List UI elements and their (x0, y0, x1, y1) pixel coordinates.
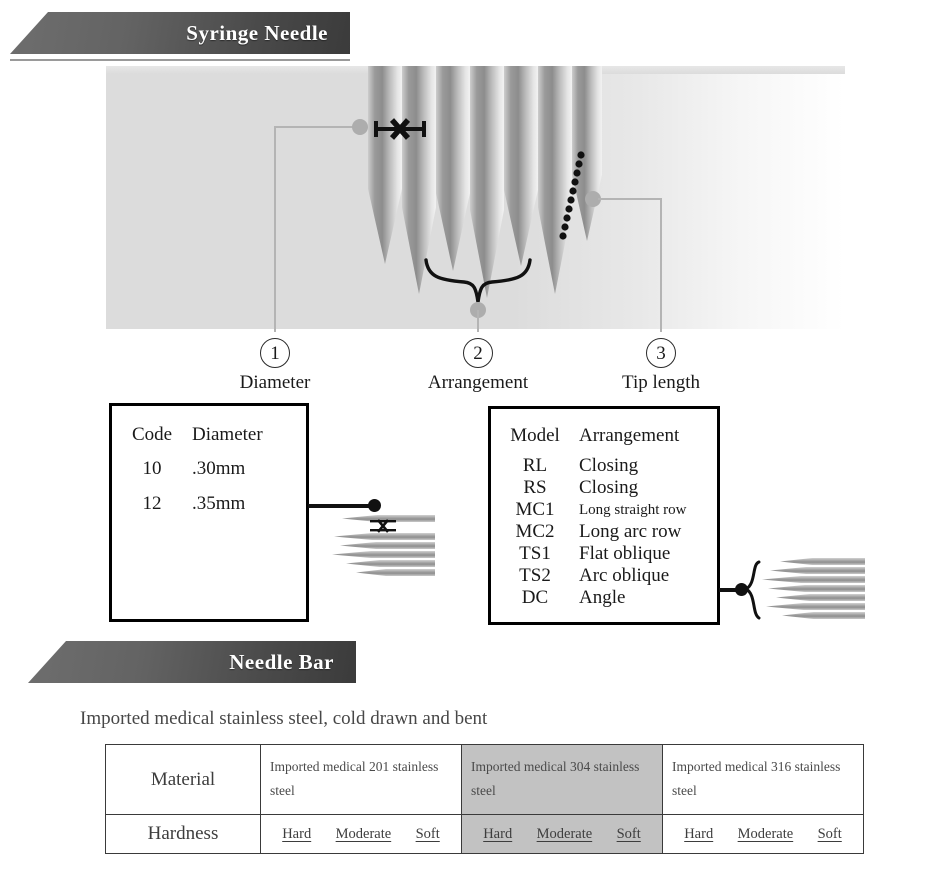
diameter-value-cell: .35mm (192, 493, 246, 514)
mini-diameter-marker (370, 519, 396, 533)
banner-shape: Syringe Needle (10, 12, 350, 54)
diameter-table-row: 12 .35mm (112, 482, 306, 526)
arrangement-model-cell: TS2 (519, 565, 551, 586)
material-cell-316: Imported medical 316 stainless steel (662, 743, 864, 816)
callout-number-2-text: 2 (473, 342, 483, 364)
callout-label-tip-length-text: Tip length (622, 372, 700, 393)
material-cell-304: Imported medical 304 stainless steel (461, 743, 663, 816)
diameter-table-header-code: Code (131, 424, 173, 445)
callout-number-2[interactable]: 2 (463, 338, 493, 368)
arrangement-type-cell: Flat oblique (579, 543, 671, 564)
arrangement-model-cell: MC1 (515, 499, 555, 520)
arrangement-brace (424, 258, 532, 303)
arrangement-type-cell: Arc oblique (579, 565, 670, 586)
section-banner-needle-bar: Needle Bar (28, 641, 356, 683)
arrangement-type-cell: Closing (579, 477, 639, 498)
row-label-material: Material (105, 743, 261, 816)
leader-line-tip-length-horizontal (598, 198, 662, 200)
callout-number-1[interactable]: 1 (260, 338, 290, 368)
arrangement-mini-brace (744, 560, 761, 620)
section-banner-syringe-needle: Syringe Needle (10, 12, 350, 63)
arrangement-table-header-arrangement: Arrangement (579, 425, 680, 446)
needle-bar-caption: Imported medical stainless steel, cold d… (80, 708, 488, 729)
diameter-pointer-line (308, 504, 372, 508)
diameter-table-row: 10 .30mm (112, 456, 306, 482)
diameter-table-header-row: Code Diameter (112, 406, 306, 456)
needle-shaft-5 (504, 66, 538, 266)
arrangement-table-row: MC2 Long arc row (491, 521, 717, 543)
hardness-cell-316: Hard Moderate Soft (662, 814, 864, 855)
arrangement-model-cell: DC (521, 587, 549, 608)
callout-label-arrangement-text: Arrangement (427, 372, 529, 393)
diameter-spec-table: Code Diameter 10 .30mm 12 .35mm (109, 403, 309, 622)
arrangement-type-cell: Closing (579, 455, 639, 476)
needle-shaft-3 (436, 66, 470, 271)
diameter-code-cell: 10 (142, 458, 162, 479)
leader-line-diameter-horizontal (274, 126, 360, 128)
arrangement-spec-table: Model Arrangement RL Closing RS Closing … (488, 406, 720, 625)
diameter-measure-marker (374, 118, 426, 140)
hardness-option-hard-316[interactable]: Hard (684, 826, 713, 843)
callout-number-1-text: 1 (270, 342, 280, 364)
table-row-material: Material Imported medical 201 stainless … (105, 743, 864, 816)
material-hardness-table: Material Imported medical 201 stainless … (105, 743, 864, 855)
arrangement-type-cell: Long straight row (579, 502, 687, 518)
diameter-value-cell: .30mm (192, 458, 246, 479)
hardness-option-hard-304[interactable]: Hard (483, 826, 512, 843)
arrangement-table-row: RL Closing (491, 455, 717, 477)
arrangement-table-row: TS1 Flat oblique (491, 543, 717, 565)
material-cell-201: Imported medical 201 stainless steel (260, 743, 462, 816)
leader-line-diameter-vertical (274, 126, 276, 332)
needle-shaft-1 (368, 66, 402, 264)
banner-underline-rule (10, 58, 350, 63)
hardness-option-moderate-304[interactable]: Moderate (537, 826, 593, 843)
hardness-option-soft-201[interactable]: Soft (416, 826, 440, 843)
callout-label-tip-length: Tip length (581, 372, 741, 394)
section-title-syringe-needle: Syringe Needle (186, 20, 328, 45)
arrangement-model-cell: RS (523, 477, 547, 498)
callout-label-diameter: Diameter (195, 372, 355, 394)
hardness-option-moderate-316[interactable]: Moderate (738, 826, 794, 843)
arrangement-type-cell: Long arc row (579, 521, 682, 542)
arrangement-table-row: MC1 Long straight row (491, 499, 717, 521)
arrangement-table-row: DC Angle (491, 587, 717, 609)
arrangement-model-cell: RL (522, 455, 548, 476)
callout-label-diameter-text: Diameter (239, 372, 311, 393)
callout-label-arrangement: Arrangement (398, 372, 558, 394)
arrangement-table-row: RS Closing (491, 477, 717, 499)
table-row-hardness: Hardness Hard Moderate Soft Hard Moderat… (105, 814, 864, 855)
diameter-pointer-dot (368, 499, 381, 512)
arrangement-model-cell: MC2 (515, 521, 555, 542)
arrangement-type-cell: Angle (579, 587, 626, 608)
arrangement-table-header-row: Model Arrangement (491, 409, 717, 455)
arrangement-table-header-model: Model (510, 425, 560, 446)
section-title-needle-bar: Needle Bar (229, 649, 334, 674)
hardness-cell-304: Hard Moderate Soft (461, 814, 663, 855)
hardness-option-moderate-201[interactable]: Moderate (336, 826, 392, 843)
leader-dot-diameter (352, 119, 368, 135)
callout-number-3-text: 3 (656, 342, 666, 364)
row-label-hardness: Hardness (105, 814, 261, 855)
leader-line-tip-length-vertical (660, 198, 662, 332)
arrangement-model-cell: TS1 (519, 543, 551, 564)
hardness-option-hard-201[interactable]: Hard (282, 826, 311, 843)
hardness-cell-201: Hard Moderate Soft (260, 814, 462, 855)
callout-number-3[interactable]: 3 (646, 338, 676, 368)
diameter-table-header-diameter: Diameter (192, 424, 263, 445)
mini-needle-cluster-diameter (330, 515, 435, 577)
diameter-code-cell: 12 (142, 493, 162, 514)
leader-line-arrangement-vertical (477, 310, 479, 332)
hardness-option-soft-316[interactable]: Soft (818, 826, 842, 843)
mini-needle-cluster-arrangement (762, 558, 865, 622)
hardness-option-soft-304[interactable]: Soft (617, 826, 641, 843)
banner-shape: Needle Bar (28, 641, 356, 683)
arrangement-table-row: TS2 Arc oblique (491, 565, 717, 587)
